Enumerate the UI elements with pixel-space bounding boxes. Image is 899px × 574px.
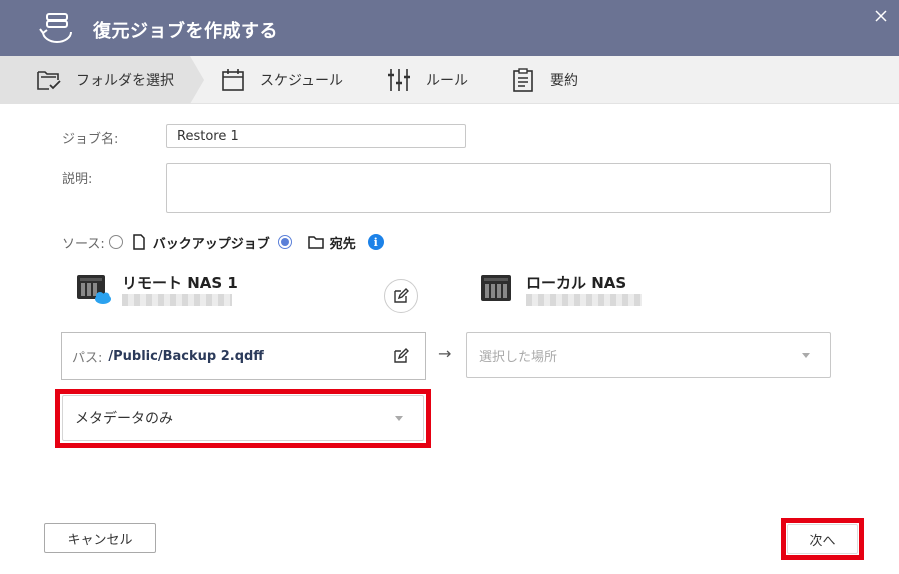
step-label: スケジュール: [260, 73, 344, 89]
step-rules[interactable]: ルール: [386, 56, 468, 104]
remote-nas-icon: [77, 275, 111, 304]
step-schedule[interactable]: スケジュール: [220, 56, 343, 104]
next-button[interactable]: 次へ: [787, 524, 858, 554]
restore-mode-select[interactable]: メタデータのみ: [62, 395, 424, 441]
file-icon: [132, 234, 145, 250]
source-label: ソース:: [62, 236, 105, 252]
step-select-folder[interactable]: フォルダを選択: [0, 56, 204, 104]
local-nas-icon: [481, 275, 511, 301]
remote-nas-address-redacted: [122, 294, 232, 306]
edit-remote-button[interactable]: [384, 279, 418, 313]
restore-mode-value: メタデータのみ: [75, 411, 173, 427]
local-nas-address-redacted: [526, 294, 642, 306]
path-value: /Public/Backup 2.qdff: [108, 348, 264, 364]
job-name-label: ジョブ名:: [62, 132, 119, 147]
cancel-button[interactable]: キャンセル: [44, 523, 156, 553]
folder-check-icon: [37, 71, 61, 90]
chevron-down-icon: [395, 416, 403, 421]
source-radio-backup-job[interactable]: [108, 235, 123, 249]
destination-select[interactable]: 選択した場所: [466, 332, 831, 378]
wizard-steps: フォルダを選択 スケジュール ルール 要約: [0, 56, 899, 104]
description-input[interactable]: [166, 163, 831, 213]
sliders-icon: [388, 69, 410, 91]
description-label: 説明:: [62, 172, 93, 187]
restore-icon: [39, 13, 72, 43]
dialog-title: 復元ジョブを作成する: [93, 21, 278, 42]
source-option-label: 宛先: [329, 236, 356, 252]
chevron-down-icon: [802, 353, 810, 358]
local-nas-name: ローカル NAS: [526, 274, 627, 292]
source-path-box: パス: /Public/Backup 2.qdff: [61, 332, 426, 380]
remote-nas-name: リモート NAS 1: [122, 274, 238, 292]
folder-icon: [308, 236, 324, 249]
dialog-titlebar: 復元ジョブを作成する: [0, 0, 899, 56]
calendar-icon: [222, 69, 244, 91]
step-label: 要約: [550, 73, 578, 89]
source-row: ソース: バックアップジョブ 宛先 i: [62, 232, 384, 252]
info-icon[interactable]: i: [367, 234, 384, 250]
destination-placeholder: 選択した場所: [479, 349, 558, 365]
step-label: フォルダを選択: [76, 73, 174, 89]
arrow-right-icon: →: [438, 344, 452, 363]
edit-icon: [394, 288, 409, 303]
step-summary[interactable]: 要約: [510, 56, 578, 104]
edit-path-icon[interactable]: [393, 348, 409, 364]
close-icon[interactable]: [873, 8, 889, 24]
job-name-input[interactable]: [166, 124, 466, 148]
path-label: パス:: [72, 350, 103, 366]
source-radio-destination[interactable]: [277, 235, 292, 249]
step-label: ルール: [426, 73, 468, 89]
source-option-label: バックアップジョブ: [152, 236, 270, 252]
clipboard-icon: [513, 68, 533, 92]
